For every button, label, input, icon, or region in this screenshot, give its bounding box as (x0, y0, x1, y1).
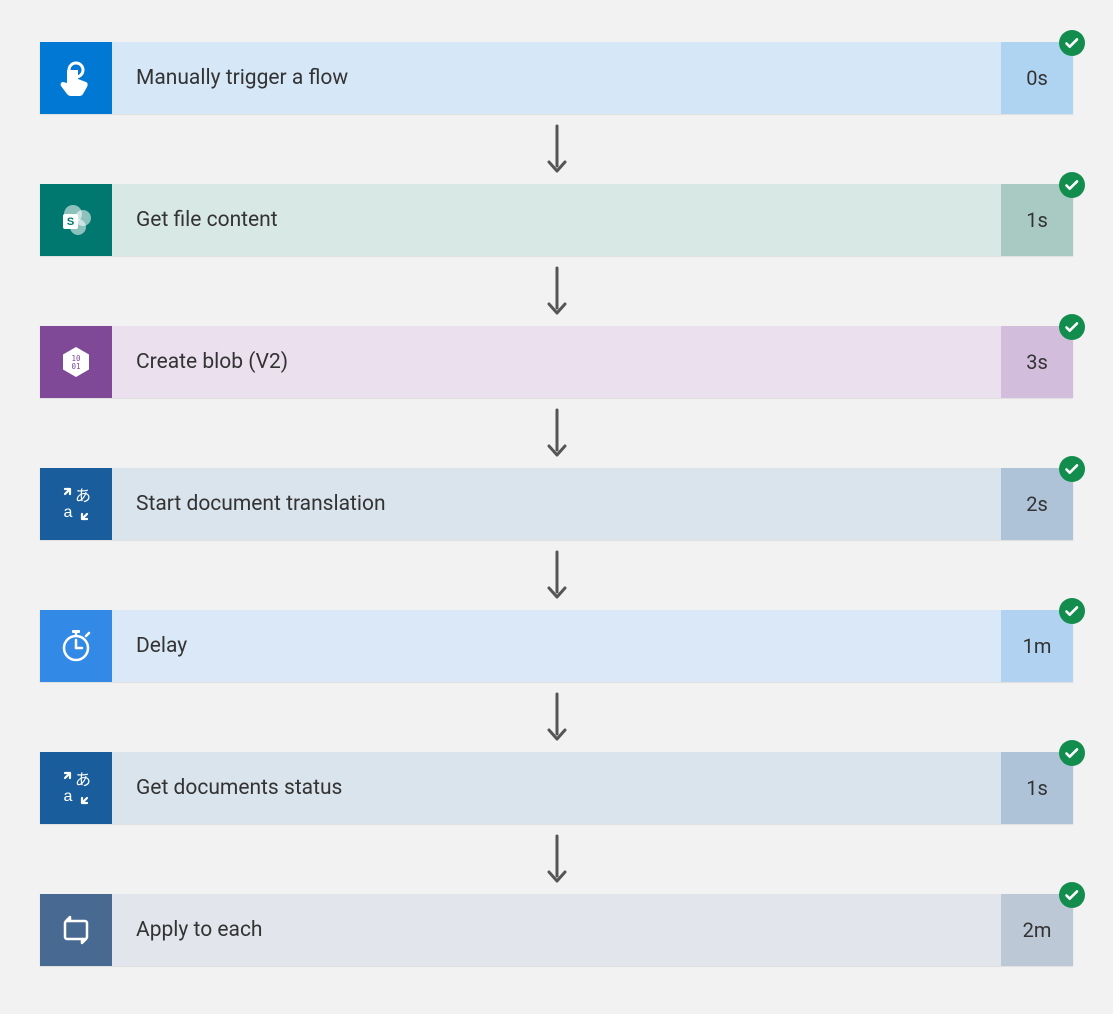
flow-step-trigger[interactable]: Manually trigger a flow0s (40, 42, 1073, 114)
blob-icon: 10 01 (40, 326, 112, 398)
step-label: Get file content (112, 184, 1001, 256)
flow-step-create-blob[interactable]: 10 01 Create blob (V2)3s (40, 326, 1073, 398)
status-success-icon (1059, 314, 1085, 340)
step-label: Delay (112, 610, 1001, 682)
step-label: Apply to each (112, 894, 1001, 966)
svg-text:あ: あ (75, 771, 91, 789)
svg-text:あ: あ (75, 487, 91, 505)
status-success-icon (1059, 456, 1085, 482)
sharepoint-icon: S (40, 184, 112, 256)
svg-text:a: a (64, 788, 73, 805)
flow-arrow-icon (543, 540, 571, 610)
flow-step-get-file[interactable]: S Get file content1s (40, 184, 1073, 256)
status-success-icon (1059, 30, 1085, 56)
status-success-icon (1059, 882, 1085, 908)
status-success-icon (1059, 740, 1085, 766)
flow-arrow-icon (543, 256, 571, 326)
status-success-icon (1059, 172, 1085, 198)
status-success-icon (1059, 598, 1085, 624)
touch-icon (40, 42, 112, 114)
step-label: Create blob (V2) (112, 326, 1001, 398)
translate-icon: あ a (40, 752, 112, 824)
svg-text:S: S (67, 216, 74, 228)
flow-arrow-icon (543, 824, 571, 894)
flow-step-delay[interactable]: Delay1m (40, 610, 1073, 682)
step-label: Manually trigger a flow (112, 42, 1001, 114)
flow-arrow-icon (543, 682, 571, 752)
step-label: Start document translation (112, 468, 1001, 540)
flow-arrow-icon (543, 398, 571, 468)
flow-step-get-status[interactable]: あ a Get documents status1s (40, 752, 1073, 824)
loop-icon (40, 894, 112, 966)
flow-arrow-icon (543, 114, 571, 184)
step-label: Get documents status (112, 752, 1001, 824)
flow-step-apply-each[interactable]: Apply to each2m (40, 894, 1073, 966)
flow-step-start-translation[interactable]: あ a Start document translation2s (40, 468, 1073, 540)
svg-text:01: 01 (71, 362, 80, 371)
translate-icon: あ a (40, 468, 112, 540)
flow-canvas: Manually trigger a flow0s S Get file con… (0, 0, 1113, 1014)
svg-text:a: a (64, 504, 73, 521)
delay-icon (40, 610, 112, 682)
